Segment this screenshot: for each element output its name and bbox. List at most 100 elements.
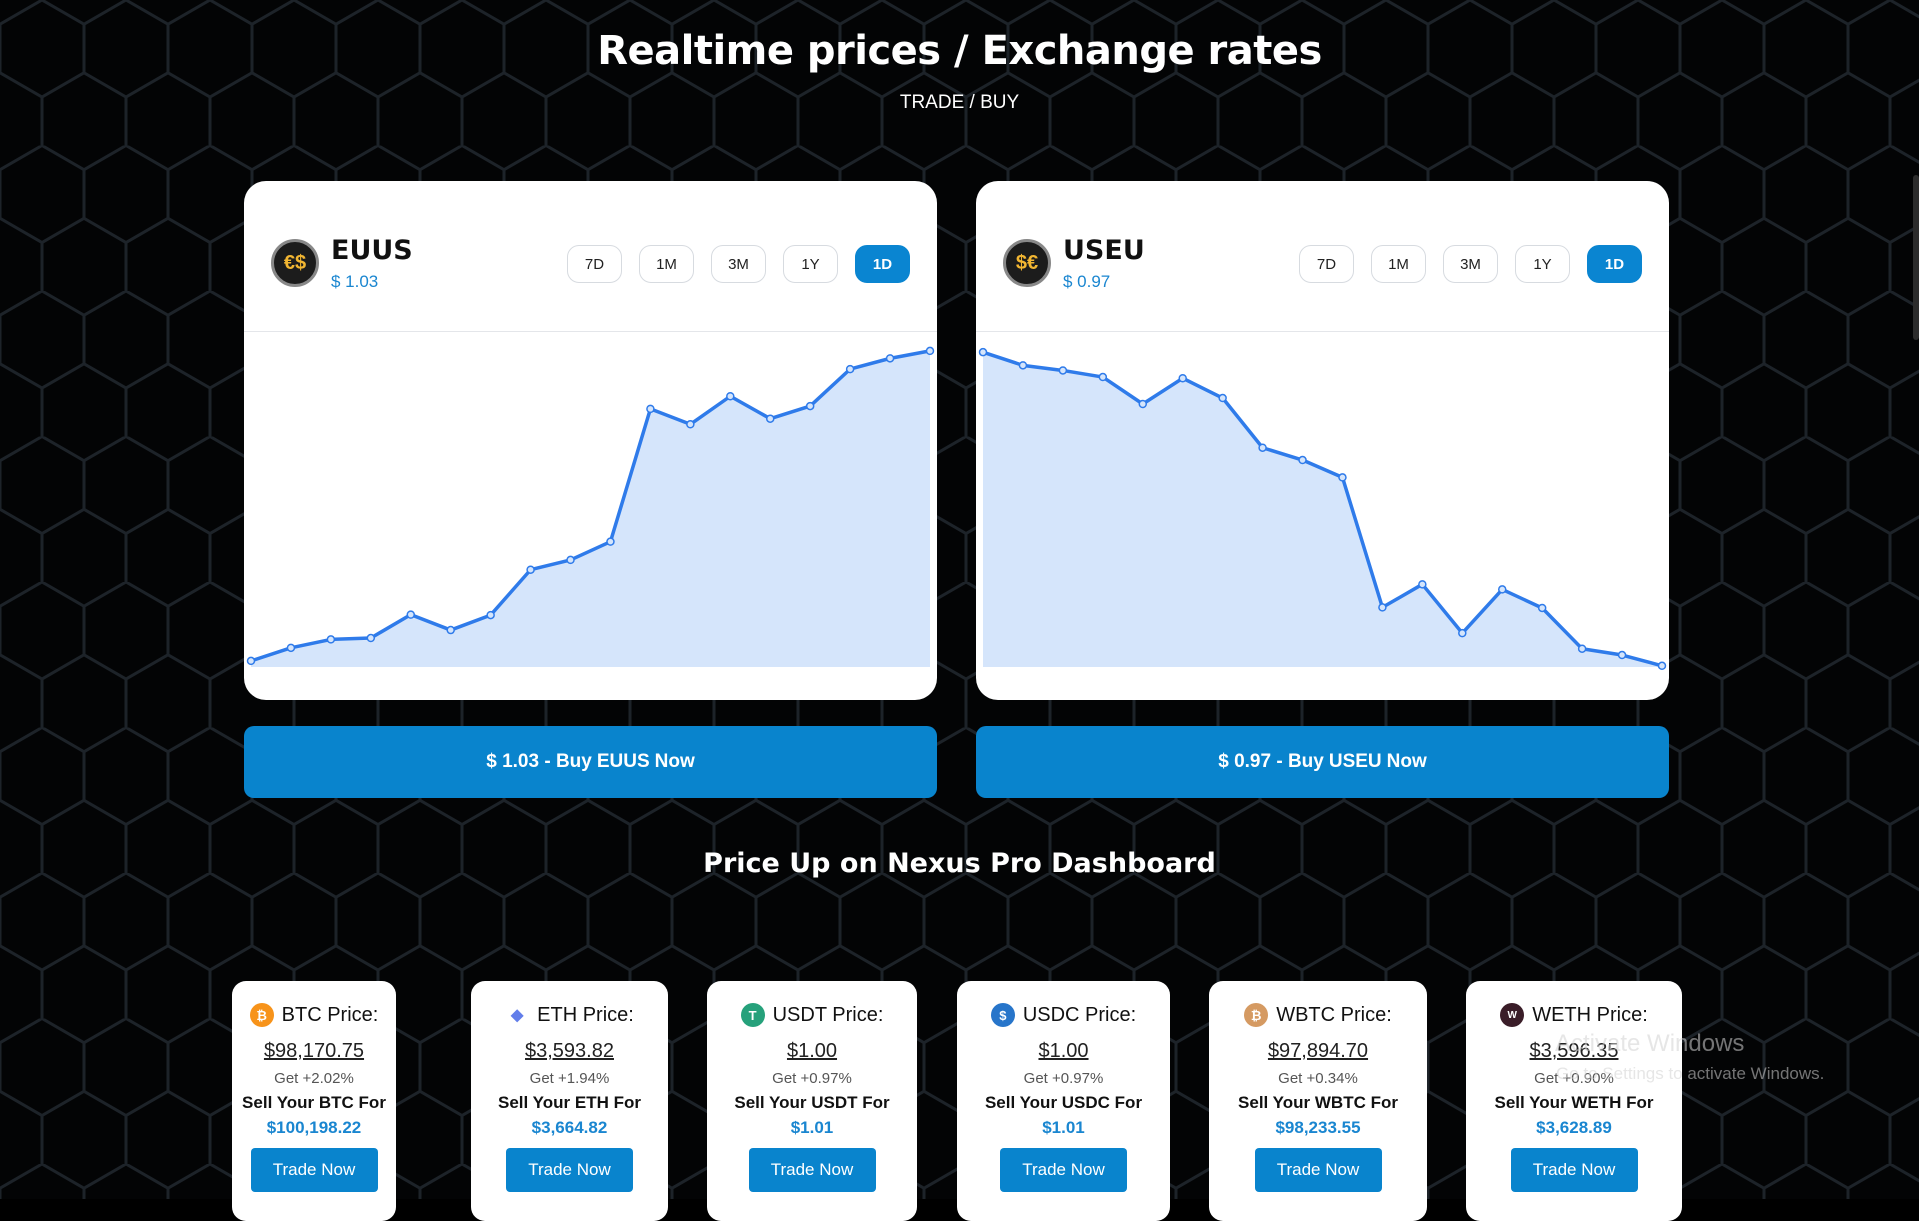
price-card-weth: W WETH Price: $3,596.35 Get +0.90% Sell … xyxy=(1466,981,1682,1221)
coin-price: $ 1.03 xyxy=(331,272,379,291)
chart-data-point[interactable] xyxy=(1298,455,1307,465)
chart-data-point[interactable] xyxy=(885,354,895,363)
price-chart xyxy=(978,347,1667,671)
chart-card-useu: $€ USEU $ 0.97 7D 1M 3M 1Y 1D xyxy=(976,181,1669,700)
chart-data-point[interactable] xyxy=(1657,661,1667,671)
price-card-header: W WETH Price: xyxy=(1466,1003,1682,1027)
coin-logo-icon: $€ xyxy=(1003,239,1051,287)
tether-icon: T xyxy=(740,1003,765,1027)
price-card-sell-price: $1.01 xyxy=(1042,1118,1085,1137)
chart-data-point[interactable] xyxy=(1458,628,1467,638)
price-card-header: $ USDC Price: xyxy=(957,1003,1170,1027)
range-selector: 7D 1M 3M 1Y 1D xyxy=(567,245,910,283)
chart-data-point[interactable] xyxy=(1497,585,1507,594)
chart-data-point[interactable] xyxy=(805,401,815,411)
trade-now-button[interactable]: Trade Now xyxy=(748,1148,876,1192)
range-1m-button[interactable]: 1M xyxy=(639,245,694,283)
range-1y-button[interactable]: 1Y xyxy=(1515,245,1570,283)
page: Realtime prices / Exchange rates TRADE /… xyxy=(0,0,1919,1221)
chart-data-point[interactable] xyxy=(526,565,535,574)
chart-data-point[interactable] xyxy=(1338,473,1347,482)
buy-useu-button[interactable]: $ 0.97 - Buy USEU Now xyxy=(976,726,1669,798)
coin-price: $ 0.97 xyxy=(1063,272,1111,291)
price-card-label: USDT Price: xyxy=(772,1003,884,1026)
chart-data-point[interactable] xyxy=(1218,393,1227,403)
chart-data-point[interactable] xyxy=(566,555,575,565)
price-card-header: T USDT Price: xyxy=(707,1003,917,1027)
chart-data-point[interactable] xyxy=(1418,580,1427,589)
trade-now-button[interactable]: Trade Now xyxy=(1000,1148,1127,1192)
price-card-gain: Get +0.34% xyxy=(1278,1070,1358,1087)
chart-data-point[interactable] xyxy=(726,391,735,401)
chart-data-point[interactable] xyxy=(925,346,935,356)
coin-symbol: EUUS xyxy=(331,235,413,266)
range-7d-button[interactable]: 7D xyxy=(567,245,622,283)
chart-data-point[interactable] xyxy=(1098,372,1108,382)
trade-now-button[interactable]: Trade Now xyxy=(1510,1148,1638,1192)
chart-data-point[interactable] xyxy=(845,364,855,374)
range-1d-button[interactable]: 1D xyxy=(855,245,910,283)
price-card-gain: Get +0.97% xyxy=(1023,1070,1104,1087)
price-card-header: ₿ BTC Price: xyxy=(232,1003,396,1027)
buy-button-prefix: $ 1.03 - Buy xyxy=(486,751,592,772)
price-card-sell-price: $100,198.22 xyxy=(266,1118,362,1137)
price-card-sell-price: $3,628.89 xyxy=(1536,1118,1612,1137)
chart-data-point[interactable] xyxy=(246,656,256,666)
chart-data-point[interactable] xyxy=(1537,603,1547,613)
price-card-gain: Get +2.02% xyxy=(274,1070,354,1087)
trade-now-button[interactable]: Trade Now xyxy=(250,1148,378,1192)
range-7d-button[interactable]: 7D xyxy=(1299,245,1354,283)
price-card-price: $1.00 xyxy=(786,1040,838,1062)
page-subtitle: TRADE / BUY xyxy=(899,92,1020,113)
watermark-subtitle: Go to Settings to activate Windows. xyxy=(1556,1064,1825,1083)
price-card-usdc: $ USDC Price: $1.00 Get +0.97% Sell Your… xyxy=(957,981,1170,1221)
price-card-gain: Get +1.94% xyxy=(529,1070,610,1087)
chart-data-point[interactable] xyxy=(1138,399,1148,409)
scrollbar[interactable] xyxy=(1913,175,1919,340)
chart-area-fill xyxy=(251,350,930,667)
trade-now-button[interactable]: Trade Now xyxy=(506,1148,633,1192)
chart-data-point[interactable] xyxy=(606,537,615,546)
chart-data-point[interactable] xyxy=(446,625,455,635)
price-card-sell-price: $98,233.55 xyxy=(1275,1118,1361,1137)
price-card-sell-label: Sell Your WBTC For xyxy=(1238,1093,1398,1112)
price-card-sell-label: Sell Your USDT For xyxy=(734,1093,890,1112)
chart-data-point[interactable] xyxy=(286,643,296,653)
chart-data-point[interactable] xyxy=(326,635,336,644)
price-card-sell-label: Sell Your ETH For xyxy=(498,1093,641,1112)
chart-data-point[interactable] xyxy=(978,347,988,357)
chart-data-point[interactable] xyxy=(1378,603,1387,612)
chart-data-point[interactable] xyxy=(406,610,416,619)
price-card-label: USDC Price: xyxy=(1022,1003,1137,1026)
chart-data-point[interactable] xyxy=(1058,366,1068,375)
range-1y-button[interactable]: 1Y xyxy=(783,245,838,283)
chart-area-fill xyxy=(983,352,1662,667)
chart-data-point[interactable] xyxy=(686,420,695,429)
price-card-sell-label: Sell Your BTC For xyxy=(242,1093,386,1112)
trade-now-button[interactable]: Trade Now xyxy=(1254,1148,1382,1192)
chart-data-point[interactable] xyxy=(1018,361,1028,370)
chart-data-point[interactable] xyxy=(765,414,775,423)
price-card-btc: ₿ BTC Price: $98,170.75 Get +2.02% Sell … xyxy=(232,981,396,1221)
wrapped-ether-icon: W xyxy=(1500,1003,1525,1027)
chart-data-point[interactable] xyxy=(1617,650,1627,660)
range-3m-button[interactable]: 3M xyxy=(1443,245,1498,283)
range-1d-button[interactable]: 1D xyxy=(1587,245,1642,283)
chart-data-point[interactable] xyxy=(646,404,655,414)
price-card-price: $1.00 xyxy=(1038,1040,1089,1062)
price-chart xyxy=(246,346,935,667)
buy-euus-button[interactable]: $ 1.03 - Buy EUUS Now xyxy=(244,726,937,798)
range-3m-button[interactable]: 3M xyxy=(711,245,766,283)
price-card-header: ₿ WBTC Price: xyxy=(1209,1003,1427,1027)
chart-data-point[interactable] xyxy=(1577,644,1587,653)
bitcoin-icon: ₿ xyxy=(249,1003,274,1027)
chart-data-point[interactable] xyxy=(366,633,376,643)
chart-data-point[interactable] xyxy=(486,610,495,620)
price-card-label: ETH Price: xyxy=(537,1003,634,1026)
chart-data-point[interactable] xyxy=(1258,443,1267,452)
range-1m-button[interactable]: 1M xyxy=(1371,245,1426,283)
chart-data-point[interactable] xyxy=(1178,373,1187,383)
price-card-price: $98,170.75 xyxy=(263,1040,365,1062)
range-selector: 7D 1M 3M 1Y 1D xyxy=(1299,245,1642,283)
price-card-label: WETH Price: xyxy=(1532,1003,1648,1026)
